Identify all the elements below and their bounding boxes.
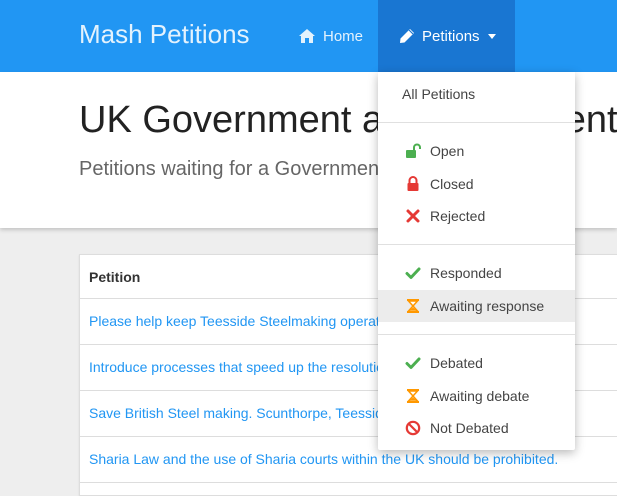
menu-item-all-petitions[interactable]: All Petitions bbox=[378, 78, 575, 110]
menu-item-label: Awaiting response bbox=[430, 298, 545, 314]
column-header-petition: Petition bbox=[89, 269, 141, 285]
menu-item-label: Awaiting debate bbox=[430, 388, 530, 404]
hourglass-icon bbox=[406, 389, 420, 403]
menu-item-label: All Petitions bbox=[402, 86, 476, 102]
menu-item-debated[interactable]: Debated bbox=[378, 347, 575, 379]
menu-divider bbox=[378, 244, 575, 245]
menu-item-awaiting-response[interactable]: Awaiting response bbox=[378, 290, 575, 322]
lock-icon bbox=[407, 176, 419, 191]
nav-petitions-dropdown-toggle[interactable]: Petitions bbox=[378, 0, 515, 72]
pencil-icon bbox=[400, 29, 414, 43]
menu-item-label: Closed bbox=[430, 176, 474, 192]
menu-divider bbox=[378, 334, 575, 335]
menu-divider bbox=[378, 122, 575, 123]
petition-link[interactable]: Please help keep Teesside Steelmaking op… bbox=[89, 313, 409, 329]
menu-item-label: Open bbox=[430, 143, 465, 159]
brand-link[interactable]: Mash Petitions bbox=[79, 19, 250, 50]
ban-icon bbox=[405, 420, 421, 436]
menu-item-not-debated[interactable]: Not Debated bbox=[378, 412, 575, 444]
navbar: Mash Petitions Home Petitions bbox=[0, 0, 617, 72]
nav-home-label: Home bbox=[323, 27, 364, 45]
petitions-dropdown-menu: All Petitions Open Closed Rejected Respo… bbox=[378, 72, 575, 450]
petition-link[interactable]: Sharia Law and the use of Sharia courts … bbox=[89, 451, 558, 467]
hourglass-icon bbox=[406, 299, 420, 313]
nav-home-link[interactable]: Home bbox=[298, 26, 363, 46]
menu-item-rejected[interactable]: Rejected bbox=[378, 200, 575, 232]
menu-item-label: Debated bbox=[430, 355, 483, 371]
petition-link[interactable]: Save British Steel making. Scunthorpe, T… bbox=[89, 405, 391, 421]
check-icon bbox=[405, 267, 421, 279]
home-icon bbox=[299, 29, 315, 43]
menu-item-awaiting-debate[interactable]: Awaiting debate bbox=[378, 380, 575, 412]
chevron-down-icon bbox=[487, 33, 496, 39]
menu-item-label: Rejected bbox=[430, 208, 486, 224]
cross-icon bbox=[406, 209, 420, 223]
menu-item-open[interactable]: Open bbox=[378, 135, 575, 167]
check-icon bbox=[405, 357, 421, 369]
menu-item-label: Responded bbox=[430, 265, 502, 281]
menu-item-label: Not Debated bbox=[430, 420, 509, 436]
menu-item-responded[interactable]: Responded bbox=[378, 257, 575, 289]
unlock-icon bbox=[406, 143, 421, 158]
menu-item-closed[interactable]: Closed bbox=[378, 168, 575, 200]
nav-petitions-label: Petitions bbox=[422, 27, 480, 45]
